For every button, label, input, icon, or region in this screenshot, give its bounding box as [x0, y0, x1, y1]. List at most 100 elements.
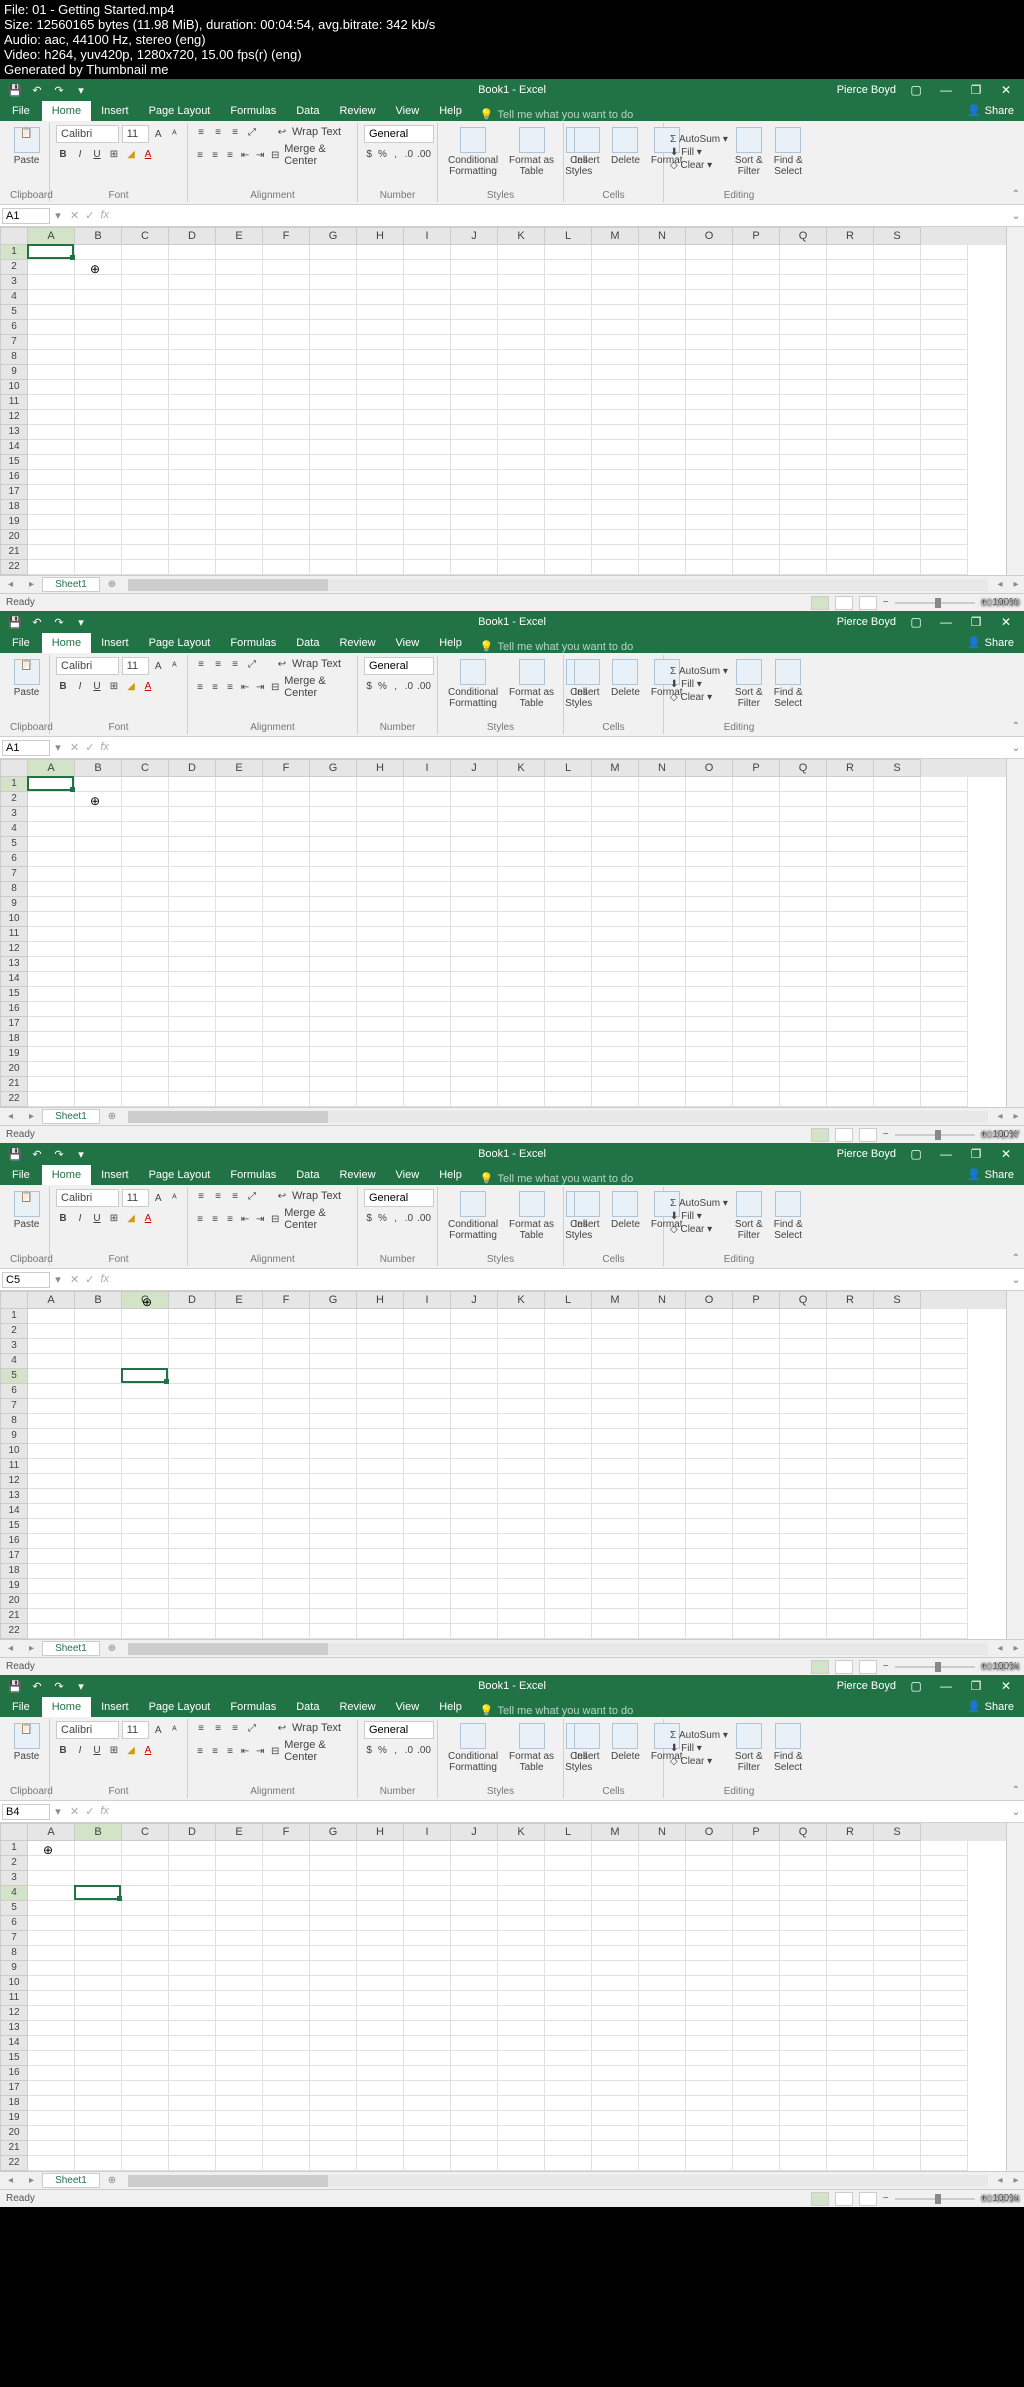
conditional-formatting-button[interactable]: Conditional Formatting	[444, 1189, 502, 1243]
row-header[interactable]: 7	[0, 1399, 28, 1414]
column-header[interactable]: I	[404, 759, 451, 777]
row-header[interactable]: 6	[0, 320, 28, 335]
select-all-button[interactable]	[0, 759, 28, 777]
maximize-icon[interactable]: ❐	[966, 613, 986, 631]
column-header[interactable]: H	[357, 759, 404, 777]
insert-tab[interactable]: Insert	[91, 1697, 139, 1717]
column-header[interactable]: R	[827, 1823, 874, 1841]
data-tab[interactable]: Data	[286, 633, 329, 653]
insert-cells-button[interactable]: Insert	[570, 1721, 604, 1764]
align-middle-icon[interactable]: ≡	[211, 657, 225, 671]
column-header[interactable]: J	[451, 1823, 498, 1841]
row-header[interactable]: 4	[0, 822, 28, 837]
column-header[interactable]: J	[451, 227, 498, 245]
borders-icon[interactable]: ⊞	[107, 1211, 121, 1225]
sort-filter-button[interactable]: Sort & Filter	[731, 657, 767, 711]
clear-button[interactable]: ◇ Clear ▾	[670, 1756, 728, 1767]
zoom-slider[interactable]	[895, 2198, 975, 2200]
select-all-button[interactable]	[0, 1823, 28, 1841]
row-header[interactable]: 6	[0, 852, 28, 867]
column-header[interactable]: N	[639, 1823, 686, 1841]
row-header[interactable]: 9	[0, 365, 28, 380]
percent-icon[interactable]: %	[377, 147, 387, 161]
row-header[interactable]: 3	[0, 807, 28, 822]
insert-tab[interactable]: Insert	[91, 1165, 139, 1185]
column-header[interactable]: E	[216, 759, 263, 777]
clear-button[interactable]: ◇ Clear ▾	[670, 160, 728, 171]
align-right-icon[interactable]: ≡	[224, 680, 236, 694]
row-header[interactable]: 9	[0, 1961, 28, 1976]
row-header[interactable]: 8	[0, 1414, 28, 1429]
scroll-right-icon[interactable]: ▸	[1008, 1111, 1024, 1122]
align-top-icon[interactable]: ≡	[194, 1721, 208, 1735]
scroll-left-icon[interactable]: ◂	[992, 2175, 1008, 2186]
column-header[interactable]: O	[686, 1291, 733, 1309]
currency-icon[interactable]: $	[364, 679, 374, 693]
row-header[interactable]: 1	[0, 1841, 28, 1856]
underline-icon[interactable]: U	[90, 1743, 104, 1757]
row-header[interactable]: 11	[0, 1459, 28, 1474]
row-header[interactable]: 7	[0, 867, 28, 882]
qat-customize-icon[interactable]: ▾	[74, 615, 88, 629]
page-layout-tab[interactable]: Page Layout	[139, 1697, 221, 1717]
row-header[interactable]: 17	[0, 485, 28, 500]
qat-customize-icon[interactable]: ▾	[74, 1147, 88, 1161]
save-icon[interactable]: 💾	[8, 83, 22, 97]
font-size-select[interactable]: 11	[122, 125, 149, 143]
conditional-formatting-button[interactable]: Conditional Formatting	[444, 125, 502, 179]
page-layout-view-icon[interactable]	[835, 1660, 853, 1674]
column-header[interactable]: C	[122, 759, 169, 777]
align-middle-icon[interactable]: ≡	[211, 1721, 225, 1735]
autosum-button[interactable]: Σ AutoSum ▾	[670, 1730, 728, 1741]
find-select-button[interactable]: Find & Select	[770, 125, 807, 179]
row-header[interactable]: 16	[0, 1002, 28, 1017]
formulas-tab[interactable]: Formulas	[220, 633, 286, 653]
fill-color-icon[interactable]: ◢	[124, 1743, 138, 1757]
expand-formula-bar-icon[interactable]: ⌄	[1008, 1805, 1024, 1818]
currency-icon[interactable]: $	[364, 1743, 374, 1757]
insert-function-icon[interactable]: fx	[100, 209, 109, 222]
increase-indent-icon[interactable]: ⇥	[254, 680, 266, 694]
horizontal-scrollbar[interactable]	[128, 1643, 988, 1655]
increase-decimal-icon[interactable]: .0	[404, 1211, 414, 1225]
column-header[interactable]: P	[733, 1291, 780, 1309]
column-header[interactable]: Q	[780, 759, 827, 777]
row-header[interactable]: 8	[0, 350, 28, 365]
row-header[interactable]: 14	[0, 972, 28, 987]
column-header[interactable]: A	[28, 1291, 75, 1309]
column-header[interactable]: D	[169, 1291, 216, 1309]
comma-icon[interactable]: ,	[391, 679, 401, 693]
align-bottom-icon[interactable]: ≡	[228, 1721, 242, 1735]
row-header[interactable]: 8	[0, 1946, 28, 1961]
find-select-button[interactable]: Find & Select	[770, 1721, 807, 1775]
row-header[interactable]: 4	[0, 1886, 28, 1901]
column-header[interactable]: R	[827, 759, 874, 777]
column-header[interactable]: G	[310, 759, 357, 777]
view-tab[interactable]: View	[386, 633, 430, 653]
format-as-table-button[interactable]: Format as Table	[505, 657, 558, 711]
increase-font-icon[interactable]: A	[152, 127, 165, 141]
insert-function-icon[interactable]: fx	[100, 1273, 109, 1286]
save-icon[interactable]: 💾	[8, 1147, 22, 1161]
row-header[interactable]: 13	[0, 957, 28, 972]
scroll-left-icon[interactable]: ◂	[992, 1111, 1008, 1122]
view-tab[interactable]: View	[386, 1165, 430, 1185]
column-header[interactable]: O	[686, 227, 733, 245]
font-size-select[interactable]: 11	[122, 1721, 149, 1739]
column-header[interactable]: A	[28, 227, 75, 245]
maximize-icon[interactable]: ❐	[966, 81, 986, 99]
sheet-tab[interactable]: Sheet1	[42, 1109, 100, 1124]
worksheet-grid[interactable]	[28, 1309, 1006, 1639]
increase-decimal-icon[interactable]: .0	[404, 1743, 414, 1757]
user-name[interactable]: Pierce Boyd	[837, 1680, 896, 1692]
font-name-select[interactable]: Calibri	[56, 1721, 119, 1739]
sheet-nav-prev-icon[interactable]: ◂	[0, 1643, 21, 1654]
fill-color-icon[interactable]: ◢	[124, 147, 138, 161]
undo-icon[interactable]: ↶	[30, 1679, 44, 1693]
formula-bar[interactable]	[115, 1279, 1008, 1281]
share-button[interactable]: 👤 Share	[957, 1164, 1024, 1185]
number-format-select[interactable]: General	[364, 657, 434, 675]
page-layout-tab[interactable]: Page Layout	[139, 1165, 221, 1185]
row-header[interactable]: 1	[0, 1309, 28, 1324]
align-bottom-icon[interactable]: ≡	[228, 125, 242, 139]
